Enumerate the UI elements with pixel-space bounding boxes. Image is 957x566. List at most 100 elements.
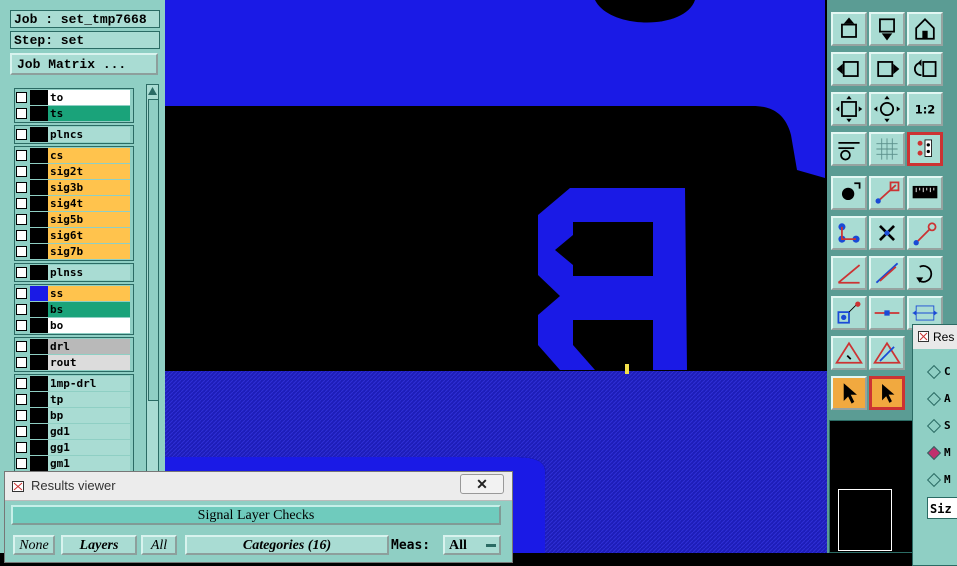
- categories-button[interactable]: Categories (16): [185, 535, 389, 555]
- layer-checkbox[interactable]: [16, 378, 27, 389]
- layer-color-swatch[interactable]: [30, 424, 48, 439]
- add-pad-icon[interactable]: [831, 176, 867, 210]
- layer-checkbox[interactable]: [16, 426, 27, 437]
- layer-row[interactable]: sig3b: [14, 180, 132, 195]
- scroll-up-icon[interactable]: [147, 86, 158, 96]
- layer-row[interactable]: 1mp-drl: [14, 376, 132, 391]
- layer-checkbox[interactable]: [16, 198, 27, 209]
- layer-row[interactable]: rout: [14, 355, 132, 370]
- layer-color-swatch[interactable]: [30, 456, 48, 471]
- layer-checkbox[interactable]: [16, 288, 27, 299]
- layer-color-swatch[interactable]: [30, 127, 48, 142]
- zoom-one-to-two-icon[interactable]: 1:2: [907, 92, 943, 126]
- triangle-route-icon[interactable]: [869, 336, 905, 370]
- check-name-header[interactable]: Signal Layer Checks: [11, 505, 501, 525]
- layer-checkbox[interactable]: [16, 394, 27, 405]
- layer-color-swatch[interactable]: [30, 148, 48, 163]
- layer-row[interactable]: sig7b: [14, 244, 132, 259]
- layer-row[interactable]: to: [14, 90, 132, 105]
- layer-list-scrollbar[interactable]: [146, 84, 159, 473]
- active-pointer-icon[interactable]: [869, 376, 905, 410]
- layer-row[interactable]: sig6t: [14, 228, 132, 243]
- none-button[interactable]: None: [13, 535, 55, 555]
- layer-color-swatch[interactable]: [30, 90, 48, 105]
- layer-checkbox[interactable]: [16, 458, 27, 469]
- layer-checkbox[interactable]: [16, 92, 27, 103]
- layer-checkbox[interactable]: [16, 166, 27, 177]
- home-icon[interactable]: [907, 12, 943, 46]
- layer-color-swatch[interactable]: [30, 408, 48, 423]
- select-pointer-icon[interactable]: [831, 376, 867, 410]
- layers-button[interactable]: Layers: [61, 535, 137, 555]
- layer-row[interactable]: ss: [14, 286, 132, 301]
- delete-cross-icon[interactable]: [869, 216, 905, 250]
- settings-icon[interactable]: [831, 132, 867, 166]
- layer-checkbox[interactable]: [16, 182, 27, 193]
- layer-row[interactable]: gg1: [14, 440, 132, 455]
- results-viewer-titlebar[interactable]: Results viewer ✕: [5, 472, 512, 501]
- layer-color-swatch[interactable]: [30, 265, 48, 280]
- undo-view-icon[interactable]: [907, 52, 943, 86]
- measure-icon[interactable]: [907, 176, 943, 210]
- add-line-icon[interactable]: [869, 176, 905, 210]
- option-a-radio[interactable]: A: [926, 391, 951, 407]
- layer-color-swatch[interactable]: [30, 376, 48, 391]
- all-layers-button[interactable]: All: [141, 535, 177, 555]
- layer-color-swatch[interactable]: [30, 244, 48, 259]
- layer-row[interactable]: plncs: [14, 127, 132, 142]
- option-c-radio[interactable]: C: [926, 364, 951, 380]
- layer-color-swatch[interactable]: [30, 180, 48, 195]
- layer-color-swatch[interactable]: [30, 355, 48, 370]
- layer-checkbox[interactable]: [16, 246, 27, 257]
- job-matrix-button[interactable]: Job Matrix ...: [10, 53, 158, 75]
- angle-line-icon[interactable]: [831, 256, 867, 290]
- grid-icon[interactable]: [869, 132, 905, 166]
- layer-checkbox[interactable]: [16, 320, 27, 331]
- layer-color-swatch[interactable]: [30, 302, 48, 317]
- option-m-radio-selected[interactable]: M: [926, 445, 951, 461]
- layer-color-swatch[interactable]: [30, 339, 48, 354]
- layer-row[interactable]: plnss: [14, 265, 132, 280]
- option-s-radio[interactable]: S: [926, 418, 951, 434]
- overview-minimap[interactable]: [829, 420, 913, 553]
- layer-checkbox[interactable]: [16, 150, 27, 161]
- layer-row[interactable]: gm1: [14, 456, 132, 471]
- layer-checkbox[interactable]: [16, 442, 27, 453]
- diagonal-line-icon[interactable]: [869, 256, 905, 290]
- layer-row[interactable]: sig2t: [14, 164, 132, 179]
- layer-color-swatch[interactable]: [30, 164, 48, 179]
- close-button[interactable]: ✕: [460, 474, 504, 494]
- layer-row[interactable]: ts: [14, 106, 132, 121]
- move-down-icon[interactable]: [869, 12, 905, 46]
- layer-checkbox[interactable]: [16, 108, 27, 119]
- move-right-icon[interactable]: [869, 52, 905, 86]
- layer-checkbox[interactable]: [16, 214, 27, 225]
- layer-row[interactable]: tp: [14, 392, 132, 407]
- zoom-fit-icon[interactable]: [831, 92, 867, 126]
- layer-row[interactable]: cs: [14, 148, 132, 163]
- connect-icon[interactable]: [831, 216, 867, 250]
- route-icon[interactable]: [907, 216, 943, 250]
- move-up-icon[interactable]: [831, 12, 867, 46]
- place-pad-icon[interactable]: [831, 296, 867, 330]
- layer-row[interactable]: sig5b: [14, 212, 132, 227]
- layer-row[interactable]: bo: [14, 318, 132, 333]
- layer-color-swatch[interactable]: [30, 392, 48, 407]
- layer-row[interactable]: sig4t: [14, 196, 132, 211]
- move-left-icon[interactable]: [831, 52, 867, 86]
- triangle-select-icon[interactable]: [831, 336, 867, 370]
- layer-checkbox[interactable]: [16, 410, 27, 421]
- zoom-center-icon[interactable]: [869, 92, 905, 126]
- layer-checkbox[interactable]: [16, 357, 27, 368]
- layer-color-swatch[interactable]: [30, 318, 48, 333]
- horizontal-line-icon[interactable]: [869, 296, 905, 330]
- layer-color-swatch[interactable]: [30, 228, 48, 243]
- layer-color-swatch[interactable]: [30, 440, 48, 455]
- snap-icon[interactable]: [907, 132, 943, 166]
- layer-color-swatch[interactable]: [30, 196, 48, 211]
- minimap-viewport-frame[interactable]: [838, 489, 892, 551]
- layer-checkbox[interactable]: [16, 129, 27, 140]
- layer-checkbox[interactable]: [16, 341, 27, 352]
- layer-color-swatch[interactable]: [30, 106, 48, 121]
- layer-color-swatch[interactable]: [30, 212, 48, 227]
